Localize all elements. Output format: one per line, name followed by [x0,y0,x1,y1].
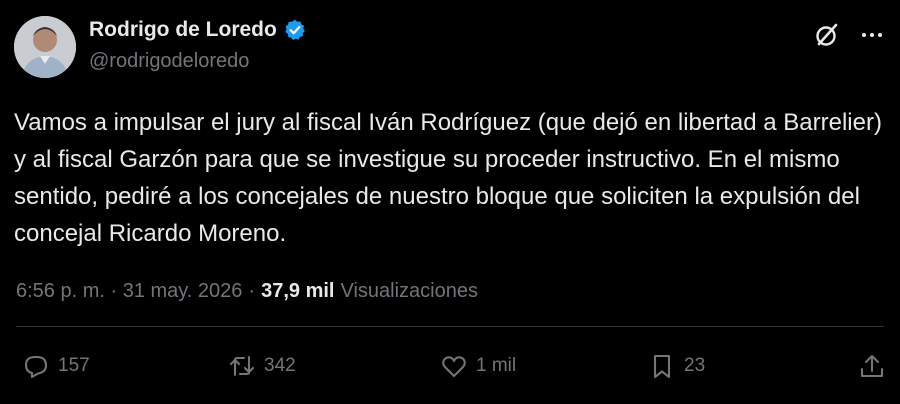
like-count: 1 mil [476,355,517,376]
action-bar: 157 342 1 mil 23 [20,352,884,392]
avatar[interactable] [14,16,76,78]
heart-icon [442,356,466,378]
verified-badge-icon [284,19,306,41]
share-icon [860,354,884,378]
timestamp[interactable]: 6:56 p. m. · 31 may. 2026 [16,280,242,303]
retweet-count: 342 [264,355,296,376]
more-icon[interactable] [858,22,886,48]
bookmark-count: 23 [684,355,706,376]
retweet-button[interactable]: 342 [228,352,296,380]
retweet-icon [229,355,255,377]
like-button[interactable]: 1 mil [440,352,516,380]
reply-icon [24,355,48,379]
reply-button[interactable]: 157 [22,352,90,380]
grok-icon[interactable] [814,22,840,48]
tweet-meta: 6:56 p. m. · 31 may. 2026 · 37,9 mil Vis… [16,280,478,303]
divider [16,326,884,327]
reply-count: 157 [58,355,90,376]
meta-separator: · [248,280,256,302]
views-count: 37,9 mil [261,280,335,302]
author-handle[interactable]: @rodrigodeloredo [89,50,249,73]
share-button[interactable] [858,352,886,380]
author-name[interactable]: Rodrigo de Loredo [89,18,277,42]
tweet-text: Vamos a impulsar el jury al fiscal Iván … [14,109,882,247]
views-label: Visualizaciones [340,280,478,302]
bookmark-icon [653,354,671,379]
tweet-header: Rodrigo de Loredo @rodrigodeloredo [14,16,886,80]
bookmark-button[interactable]: 23 [648,352,705,380]
